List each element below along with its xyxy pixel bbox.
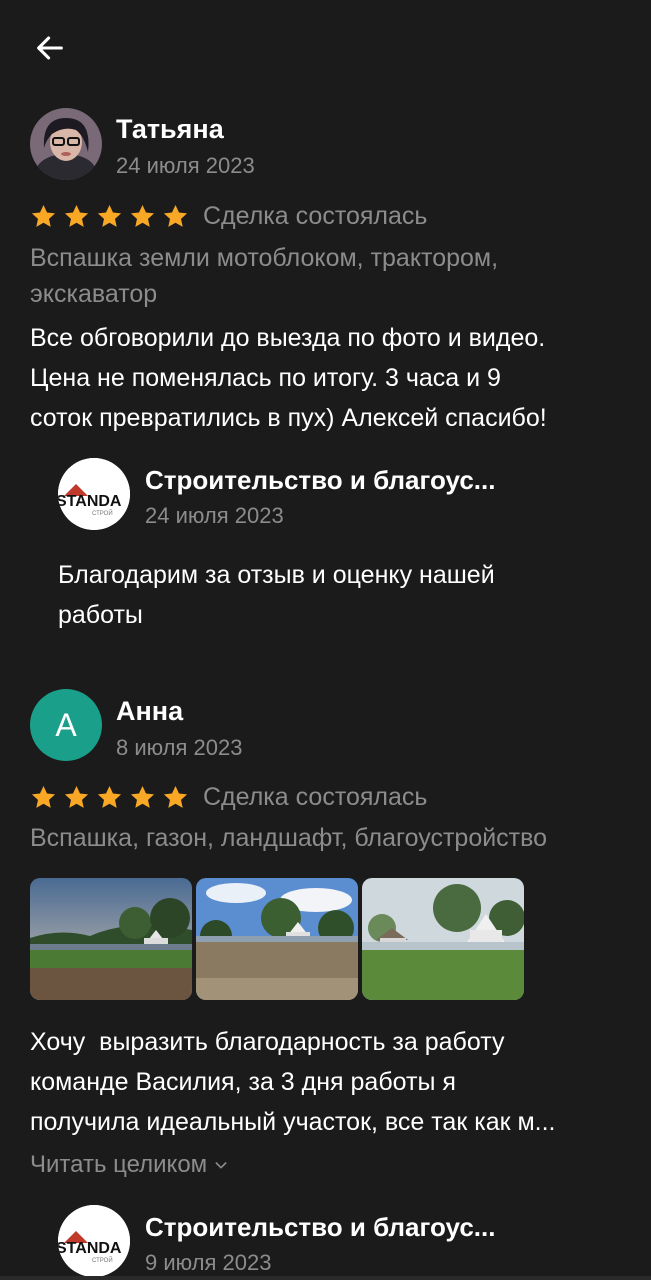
star-icon [163, 785, 188, 808]
photo-gallery [30, 878, 524, 1000]
bottom-bar [0, 1276, 651, 1280]
star-icon [163, 204, 188, 227]
company-logo[interactable]: STANDA СТРОЙ [58, 458, 130, 530]
review-text: Хочу выразить благодарность за работу ко… [30, 1022, 630, 1142]
star-icon [64, 785, 89, 808]
back-button[interactable] [30, 28, 70, 68]
review-date: 24 июля 2023 [116, 153, 255, 178]
read-more-label: Читать целиком [30, 1151, 208, 1178]
star-rating [30, 203, 189, 230]
rating-row: Сделка состоялась [30, 782, 427, 812]
reviewer-name: Татьяна [116, 114, 224, 144]
reply-author[interactable]: Строительство и благоус... [145, 1212, 495, 1243]
rating-row: Сделка состоялась [30, 201, 427, 231]
read-more-link[interactable]: Читать целиком [30, 1151, 229, 1179]
review-photo[interactable] [196, 878, 358, 1000]
star-icon [97, 785, 122, 808]
star-icon [31, 204, 56, 227]
company-logo[interactable]: STANDA СТРОЙ [58, 1205, 130, 1277]
avatar[interactable] [30, 108, 102, 180]
review-date: 8 июля 2023 [116, 735, 243, 760]
reviewer-name: Анна [116, 696, 184, 726]
service-name: Вспашка, газон, ландшафт, благоустройств… [30, 824, 548, 852]
review-text-line: соток превратились в пух) Алексей спасиб… [30, 404, 547, 432]
review-text-line: Все обговорили до выезда по фото и видео… [30, 324, 546, 352]
logo-text: STANDA [58, 493, 122, 510]
review-photo[interactable] [30, 878, 192, 1000]
arrow-left-icon [37, 36, 63, 60]
reply-date: 24 июля 2023 [145, 503, 284, 528]
star-icon [130, 204, 155, 227]
avatar[interactable]: А [30, 689, 102, 761]
star-icon [97, 204, 122, 227]
logo-subtext: СТРОЙ [92, 509, 113, 517]
review-text-line: Цена не поменялась по итогу. 3 часа и 9 [30, 364, 501, 392]
logo-text: STANDA [58, 1240, 122, 1257]
reply-text: Благодарим за отзыв и оценку нашей работ… [58, 555, 598, 635]
star-rating [30, 784, 189, 811]
deal-status: Сделка состоялась [203, 201, 428, 230]
chevron-down-icon [215, 1162, 227, 1169]
reply-text-line: работы [58, 601, 143, 629]
star-icon [64, 204, 89, 227]
reply-date: 9 июля 2023 [145, 1250, 272, 1275]
review-text: Все обговорили до выезда по фото и видео… [30, 318, 630, 438]
star-icon [130, 785, 155, 808]
reply-text-line: Благодарим за отзыв и оценку нашей [58, 561, 495, 589]
logo-subtext: СТРОЙ [92, 1256, 113, 1264]
review-text-line: Хочу выразить благодарность за работу [30, 1028, 505, 1056]
service-name: Вспашка земли мотоблоком, трактором, экс… [30, 244, 499, 308]
star-icon [31, 785, 56, 808]
review-text-line: получила идеальный участок, все так как … [30, 1108, 556, 1136]
deal-status: Сделка состоялась [203, 782, 428, 811]
review-photo[interactable] [362, 878, 524, 1000]
reply-author[interactable]: Строительство и благоус... [145, 465, 495, 496]
review-text-line: команде Василия, за 3 дня работы я [30, 1068, 456, 1096]
